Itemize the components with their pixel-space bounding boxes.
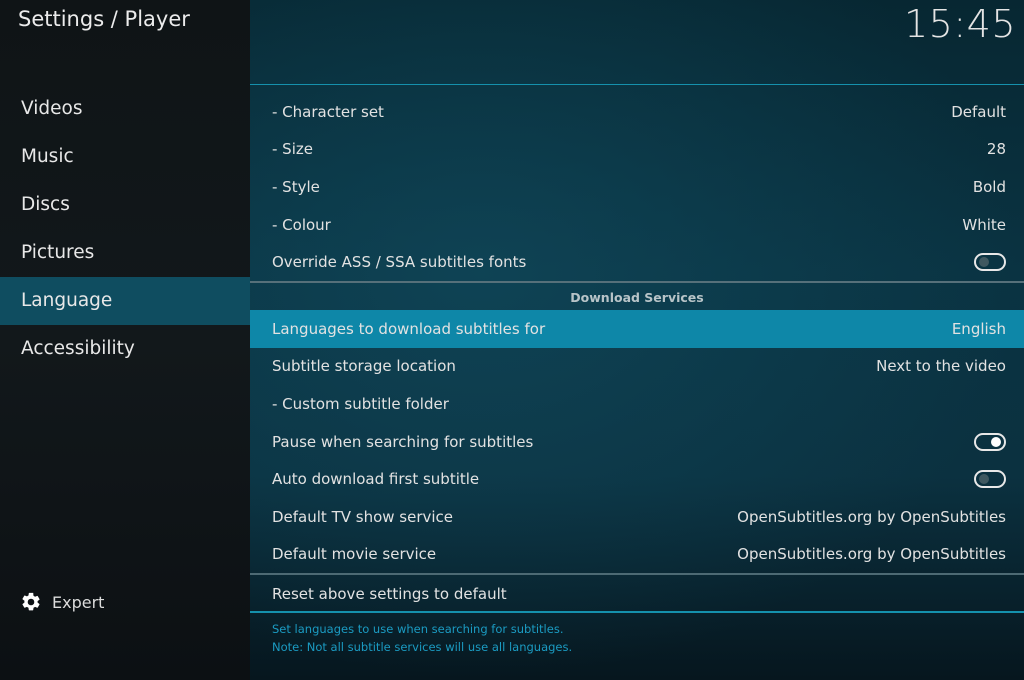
setting-override-ass-fonts[interactable]: Override ASS / SSA subtitles fonts [250, 243, 1024, 281]
setting-value: Next to the video [876, 357, 1006, 376]
setting-default-tv-service[interactable]: Default TV show service OpenSubtitles.or… [250, 498, 1024, 536]
sidebar-item-accessibility[interactable]: Accessibility [0, 325, 250, 373]
setting-label: Default TV show service [272, 507, 454, 526]
setting-auto-download-first[interactable]: Auto download first subtitle [250, 460, 1024, 498]
clock: 15:45 [903, 2, 1016, 46]
setting-label: Subtitle storage location [272, 357, 456, 376]
help-line-1: Set languages to use when searching for … [272, 622, 564, 636]
setting-character-set[interactable]: - Character set Default [250, 93, 1024, 131]
sidebar-item-music[interactable]: Music [0, 133, 250, 181]
setting-label: Auto download first subtitle [272, 470, 480, 489]
reset-label: Reset above settings to default [272, 585, 507, 604]
toggle-knob [991, 436, 1001, 447]
toggle-knob [979, 474, 989, 485]
sidebar: Settings / Player Videos Music Discs Pic… [0, 0, 250, 680]
setting-label: Override ASS / SSA subtitles fonts [272, 253, 527, 272]
settings-level-label: Expert [52, 592, 105, 612]
setting-label: Default movie service [272, 545, 437, 564]
setting-size[interactable]: - Size 28 [250, 131, 1024, 169]
setting-label: Languages to download subtitles for [272, 319, 546, 338]
gear-icon [22, 592, 40, 611]
setting-label: - Character set [272, 102, 384, 121]
setting-label: Pause when searching for subtitles [272, 432, 534, 451]
setting-value: Default [951, 102, 1006, 121]
help-text: Set languages to use when searching for … [272, 620, 572, 656]
settings-panel: 15:45 - Character set Default - Size 28 … [250, 0, 1024, 680]
auto-download-toggle[interactable] [974, 470, 1006, 489]
override-fonts-toggle[interactable] [974, 253, 1006, 272]
toggle-knob [979, 257, 989, 268]
header-divider [250, 84, 1024, 85]
sidebar-item-discs[interactable]: Discs [0, 181, 250, 229]
setting-label: - Style [272, 177, 320, 196]
settings-level-button[interactable]: Expert [20, 590, 104, 614]
setting-value: White [962, 215, 1006, 234]
setting-custom-subtitle-folder[interactable]: - Custom subtitle folder [250, 385, 1024, 423]
help-line-2: Note: Not all subtitle services will use… [272, 640, 573, 654]
sidebar-item-pictures[interactable]: Pictures [0, 229, 250, 277]
setting-colour[interactable]: - Colour White [250, 206, 1024, 244]
setting-default-movie-service[interactable]: Default movie service OpenSubtitles.org … [250, 536, 1024, 574]
setting-subtitle-storage-location[interactable]: Subtitle storage location Next to the vi… [250, 348, 1024, 386]
setting-languages-to-download[interactable]: Languages to download subtitles for Engl… [250, 309, 1024, 348]
section-header-download-services: Download Services [250, 280, 1024, 310]
reset-settings-button[interactable]: Reset above settings to default [250, 575, 1024, 613]
setting-label: - Custom subtitle folder [272, 394, 449, 413]
settings-list: - Character set Default - Size 28 - Styl… [250, 93, 1024, 613]
setting-label: - Colour [272, 215, 331, 234]
setting-value: Bold [972, 177, 1006, 196]
window-title: Settings / Player [18, 7, 190, 31]
setting-value: English [951, 319, 1006, 338]
setting-label: - Size [272, 140, 313, 159]
help-divider [250, 611, 1024, 613]
setting-value: OpenSubtitles.org by OpenSubtitles [737, 507, 1006, 526]
sidebar-item-videos[interactable]: Videos [0, 85, 250, 133]
sidebar-item-language[interactable]: Language [0, 277, 250, 325]
pause-searching-toggle[interactable] [974, 432, 1006, 451]
setting-value: OpenSubtitles.org by OpenSubtitles [737, 545, 1006, 564]
setting-value: 28 [986, 140, 1006, 159]
setting-pause-when-searching[interactable]: Pause when searching for subtitles [250, 423, 1024, 461]
category-nav: Videos Music Discs Pictures Language Acc… [0, 85, 250, 373]
setting-style[interactable]: - Style Bold [250, 168, 1024, 206]
